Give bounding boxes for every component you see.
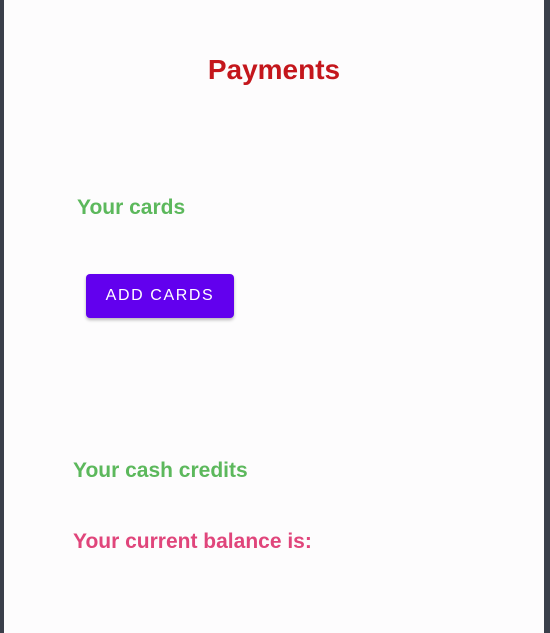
add-cards-button[interactable]: ADD CARDS: [86, 274, 234, 318]
current-balance-label: Your current balance is:: [73, 530, 312, 553]
cash-credits-heading: Your cash credits: [73, 459, 248, 482]
page-title: Payments: [207, 54, 341, 85]
your-cards-heading: Your cards: [77, 196, 186, 219]
payments-screen: Payments Your cards ADD CARDS Your cash …: [4, 0, 544, 633]
window-border-right: [544, 0, 550, 633]
